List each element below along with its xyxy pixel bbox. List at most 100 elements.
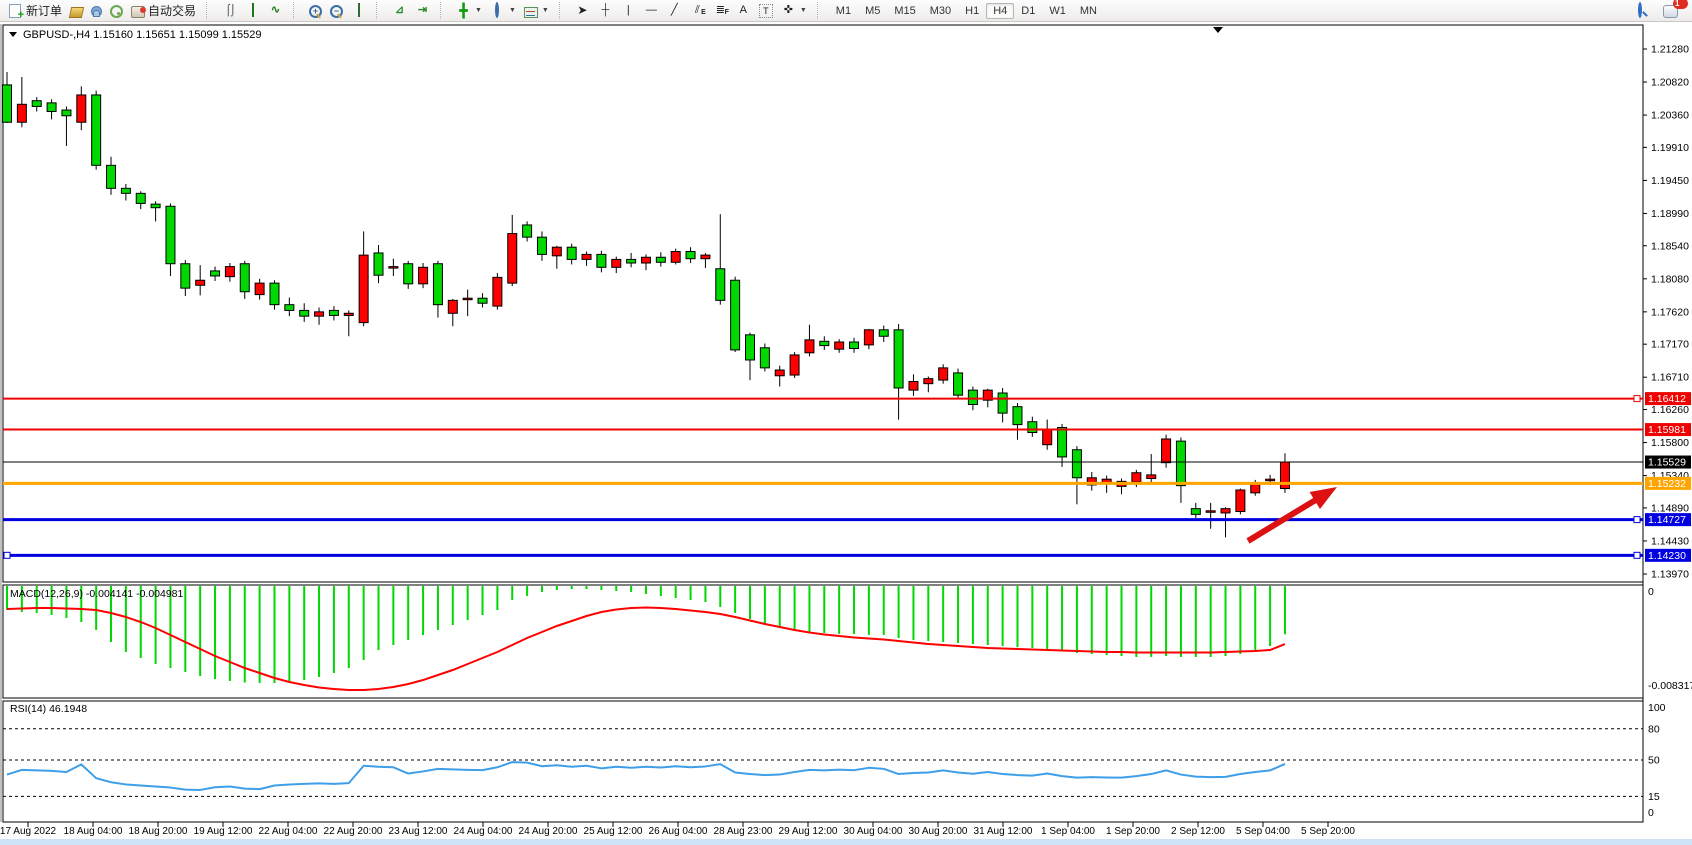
cursor-icon: ➤ [575, 3, 590, 18]
indicators-button[interactable]: ╋▼ [452, 2, 486, 19]
time-label: 31 Aug 12:00 [974, 826, 1033, 837]
price-tick: 1.15800 [1651, 437, 1689, 449]
zoom-in-icon: + [309, 5, 322, 18]
periods-button[interactable]: ▼ [486, 2, 520, 19]
time-label: 2 Sep 12:00 [1171, 826, 1225, 837]
price-badge-label: 1.14230 [1648, 550, 1686, 562]
zoom-in-button[interactable]: + [305, 3, 326, 19]
notifications-button[interactable]: 1 [1659, 2, 1682, 19]
macd-pane[interactable] [3, 585, 1643, 698]
candlestick-button[interactable] [241, 2, 264, 19]
timeframe-m1[interactable]: M1 [829, 3, 858, 19]
price-tick: 1.17170 [1651, 339, 1689, 351]
line-anchor[interactable] [1634, 517, 1640, 523]
price-tick: 1.16710 [1651, 372, 1689, 384]
price-badge-label: 1.15529 [1648, 457, 1686, 469]
main-pane[interactable] [3, 25, 1643, 582]
trendline-tool[interactable]: ╱ [663, 2, 686, 19]
price-tick: 1.19450 [1651, 175, 1689, 187]
profile-icon [91, 6, 102, 17]
time-label: 30 Aug 20:00 [909, 826, 968, 837]
channel-icon: ⫽ [690, 3, 705, 18]
price-badge-label: 1.15981 [1648, 424, 1686, 436]
trendline-icon: ╱ [667, 3, 682, 18]
candle [760, 343, 769, 371]
time-label: 18 Aug 04:00 [64, 826, 123, 837]
price-badge-label: 1.16412 [1648, 393, 1686, 405]
cursor-tool[interactable]: ➤ [571, 2, 594, 19]
candle [1236, 489, 1245, 515]
candle [731, 277, 740, 352]
label-tool[interactable]: T [755, 3, 777, 19]
profile-button[interactable] [87, 3, 106, 18]
market-watch-button[interactable] [66, 3, 87, 19]
candle [92, 91, 101, 170]
time-label: 23 Aug 12:00 [389, 826, 448, 837]
time-label: 5 Sep 20:00 [1301, 826, 1355, 837]
auto-trading-button[interactable]: 自动交易 [127, 1, 200, 20]
vline-icon: | [621, 3, 636, 18]
price-tick: 1.18540 [1651, 240, 1689, 252]
timeframe-h4[interactable]: H4 [986, 3, 1014, 19]
new-order-button[interactable]: + 新订单 [3, 1, 66, 20]
search-button[interactable] [1628, 2, 1651, 19]
macd-axis-top: 0 [1648, 586, 1654, 598]
zoom-out-button[interactable]: − [326, 3, 347, 19]
price-tick: 1.14430 [1651, 535, 1689, 547]
line-chart-button[interactable]: ∿ [264, 2, 287, 19]
crosshair-tool[interactable]: ┼ [594, 2, 617, 19]
tile-windows-button[interactable] [347, 2, 370, 19]
price-badge-label: 1.15232 [1648, 478, 1686, 490]
indicators-icon: ╋ [456, 3, 471, 18]
line-anchor[interactable] [1634, 552, 1640, 558]
templates-icon [524, 7, 538, 18]
line-anchor[interactable] [4, 552, 10, 558]
time-label: 5 Sep 04:00 [1236, 826, 1290, 837]
time-label: 22 Aug 04:00 [259, 826, 318, 837]
vline-tool[interactable]: | [617, 2, 640, 19]
auto-scroll-icon: ⊿ [392, 3, 407, 18]
auto-trading-icon [131, 6, 145, 18]
toolbar-separator [293, 2, 299, 19]
candle [790, 352, 799, 378]
line-anchor[interactable] [1634, 396, 1640, 402]
arrows-icon: ✜ [781, 3, 796, 18]
timeframe-mn[interactable]: MN [1073, 3, 1104, 19]
channel-tool[interactable]: ⫽ [686, 2, 709, 19]
timeframe-m5[interactable]: M5 [858, 3, 887, 19]
search-icon [1638, 2, 1642, 18]
new-order-label: 新订单 [26, 2, 62, 19]
rsi-axis-bottom: 0 [1648, 807, 1654, 819]
hline-tool[interactable]: — [640, 2, 663, 19]
signal-button[interactable] [106, 3, 127, 19]
time-label: 1 Sep 20:00 [1106, 826, 1160, 837]
time-label: 24 Aug 04:00 [454, 826, 513, 837]
bar-chart-button[interactable]: ⌠⌡ [218, 2, 241, 19]
timeframe-m30[interactable]: M30 [923, 3, 958, 19]
arrows-tool[interactable]: ✜▼ [777, 2, 811, 19]
mt4-terminal: { "toolbar": { "new_order_label": "新订单",… [0, 0, 1692, 845]
macd-label: MACD(12,26,9) -0.004141 -0.004981 [10, 588, 184, 600]
auto-scroll-button[interactable]: ⊿ [388, 2, 411, 19]
timeframe-w1[interactable]: W1 [1042, 3, 1073, 19]
chart-shift-button[interactable]: ⇥ [411, 2, 434, 19]
price-tick: 1.18990 [1651, 208, 1689, 220]
time-label: 28 Aug 23:00 [714, 826, 773, 837]
price-tick: 1.19910 [1651, 142, 1689, 154]
timeframe-d1[interactable]: D1 [1014, 3, 1042, 19]
toolbar: + 新订单 自动交易 ⌠⌡ ∿ + − ⊿ ⇥ [0, 0, 1692, 22]
fibonacci-tool[interactable]: ≣ [709, 2, 732, 19]
templates-button[interactable]: ▼ [520, 3, 553, 19]
timeframe-h1[interactable]: H1 [958, 3, 986, 19]
chart-window[interactable]: 1.212801.208201.203601.199101.194501.189… [0, 22, 1692, 845]
rsi-pane[interactable] [3, 701, 1643, 822]
time-label: 22 Aug 20:00 [324, 826, 383, 837]
timeframe-toolbar: M1M5M15M30H1H4D1W1MN [826, 0, 1107, 21]
text-tool[interactable]: A [732, 2, 755, 19]
price-tick: 1.18080 [1651, 273, 1689, 285]
periods-icon [495, 2, 499, 18]
price-tick: 1.17620 [1651, 306, 1689, 318]
timeframe-m15[interactable]: M15 [887, 3, 922, 19]
time-label: 18 Aug 20:00 [129, 826, 188, 837]
toolbar-separator [376, 2, 382, 19]
